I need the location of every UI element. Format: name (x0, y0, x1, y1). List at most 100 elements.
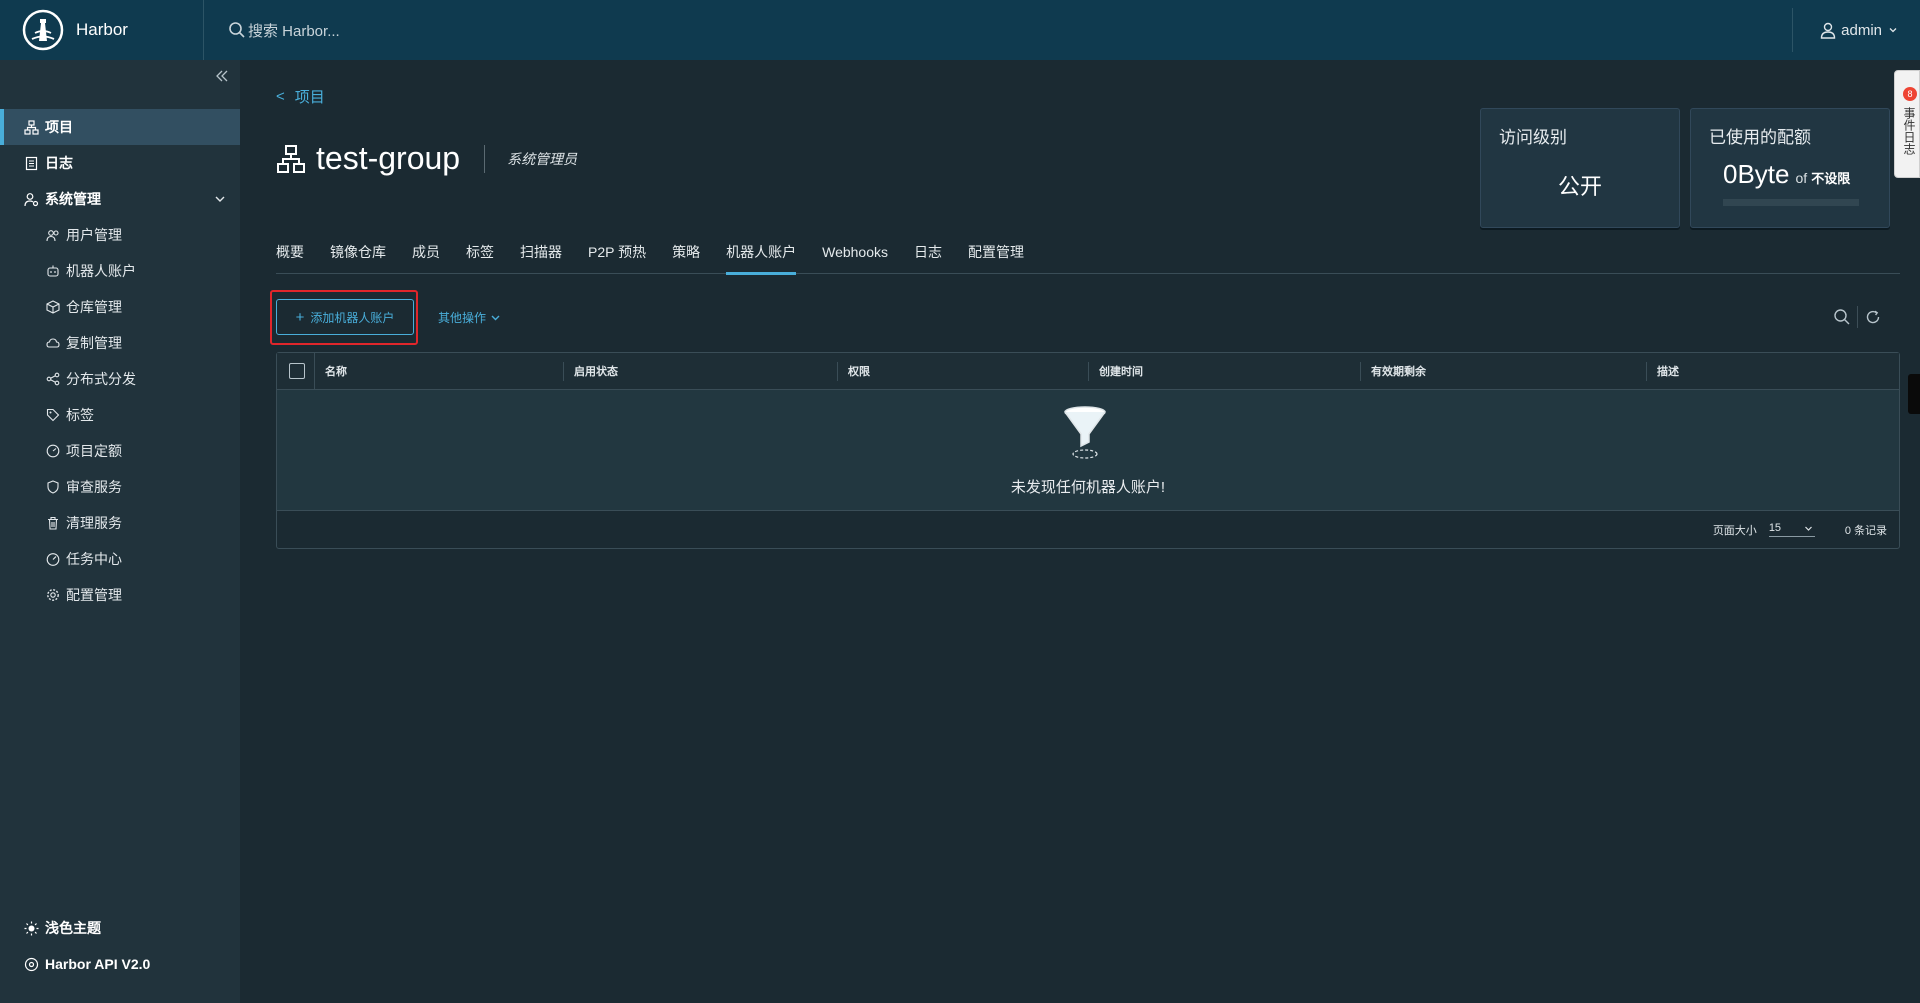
tab-scanner[interactable]: 扫描器 (520, 238, 562, 274)
tab-members[interactable]: 成员 (412, 238, 440, 274)
admin-icon (24, 192, 39, 206)
users-icon (46, 230, 59, 242)
quota-used-value: 0Byte (1723, 159, 1790, 189)
sidebar-item-label: 复制管理 (66, 335, 122, 351)
tab-p2p-preheat[interactable]: P2P 预热 (588, 238, 646, 274)
quota-icon (46, 444, 60, 458)
sidebar-item-interrogation-services[interactable]: 审查服务 (0, 469, 240, 505)
other-actions-dropdown[interactable]: 其他操作 (438, 309, 501, 326)
breadcrumb-projects-link[interactable]: 项目 (295, 86, 325, 107)
sidebar-item-labels[interactable]: 标签 (0, 397, 240, 433)
grid-header: 名称 启用状态 权限 创建时间 有效期剩余 描述 (277, 352, 1899, 390)
user-icon (1820, 22, 1836, 39)
side-scroll-handle[interactable] (1908, 374, 1920, 414)
sidebar-item-label: 项目定额 (66, 443, 122, 459)
sidebar-item-label: 配置管理 (66, 587, 122, 603)
tab-webhooks[interactable]: Webhooks (822, 238, 888, 274)
sidebar-item-distributions[interactable]: 分布式分发 (0, 361, 240, 397)
search-icon[interactable] (1833, 308, 1851, 326)
project-icon (277, 144, 305, 173)
role-label: 系统管理员 (507, 150, 578, 167)
sidebar-item-admin[interactable]: 系统管理 (0, 181, 240, 217)
refresh-icon[interactable] (1864, 308, 1882, 326)
sidebar-item-label: 浅色主题 (45, 920, 101, 936)
logs-icon (25, 156, 38, 170)
page-size-select[interactable]: 15 (1768, 522, 1815, 537)
quota-limit-value: 不设限 (1811, 171, 1851, 186)
sidebar-item-label: 项目 (45, 119, 73, 135)
grid-empty-placeholder: 未发现任何机器人账户! (277, 390, 1899, 511)
empty-message: 未发现任何机器人账户! (1010, 479, 1166, 496)
sidebar-item-replications[interactable]: 复制管理 (0, 325, 240, 361)
add-robot-account-button[interactable]: + 添加机器人账户 (276, 299, 414, 335)
plus-icon: + (295, 308, 305, 326)
other-actions-label: 其他操作 (438, 311, 487, 325)
tag-icon (46, 408, 60, 422)
tab-summary[interactable]: 概要 (276, 238, 304, 274)
column-header-permissions[interactable]: 权限 (838, 353, 1089, 390)
shield-icon (47, 480, 59, 494)
harbor-api-link[interactable]: Harbor API V2.0 (0, 946, 240, 982)
sidebar-item-project-quotas[interactable]: 项目定额 (0, 433, 240, 469)
sidebar-item-clean-up[interactable]: 清理服务 (0, 505, 240, 541)
sidebar-item-label: 日志 (45, 155, 73, 171)
sidebar-item-job-service[interactable]: 任务中心 (0, 541, 240, 577)
tab-repositories[interactable]: 镜像仓库 (330, 238, 386, 274)
sidebar-item-configuration[interactable]: 配置管理 (0, 577, 240, 613)
card-title: 访问级别 (1499, 128, 1567, 147)
record-count: 0 条记录 (1844, 524, 1887, 537)
tab-configuration[interactable]: 配置管理 (968, 238, 1024, 274)
brand[interactable]: Harbor (0, 0, 204, 60)
sidebar-item-logs[interactable]: 日志 (0, 145, 240, 181)
notification-badge: 8 (1903, 87, 1917, 101)
column-header-status[interactable]: 启用状态 (564, 353, 838, 390)
sidebar-item-user-management[interactable]: 用户管理 (0, 217, 240, 253)
filter-empty-icon (1064, 406, 1106, 459)
tab-robot-accounts[interactable]: 机器人账户 (726, 238, 797, 275)
sidebar-item-label: 清理服务 (66, 515, 122, 531)
top-header: Harbor 搜索 Harbor... admin (0, 0, 1920, 60)
brand-name: Harbor (76, 20, 128, 39)
sidebar-item-label: Harbor API V2.0 (45, 956, 151, 972)
projects-icon (24, 119, 39, 135)
title-divider (484, 144, 486, 173)
robot-accounts-grid: 名称 启用状态 权限 创建时间 有效期剩余 描述 未发现任何机器人账户! 页面大… (276, 352, 1900, 549)
event-log-side-tab[interactable]: 8 事件日志 (1894, 70, 1920, 178)
sidebar-item-projects[interactable]: 项目 (0, 109, 240, 145)
robot-icon (47, 265, 59, 277)
trash-icon (48, 516, 58, 530)
column-header-name[interactable]: 名称 (315, 353, 564, 390)
global-search[interactable]: 搜索 Harbor... (228, 20, 340, 41)
harbor-logo-icon (22, 9, 64, 51)
access-level-card: 访问级别 公开 (1480, 108, 1680, 228)
project-header: test-group 系统管理员 (276, 140, 577, 177)
sidebar-item-registries[interactable]: 仓库管理 (0, 289, 240, 325)
search-input[interactable]: 搜索 Harbor... (248, 20, 340, 41)
gear-icon (47, 589, 59, 601)
column-header-creation-time[interactable]: 创建时间 (1089, 353, 1361, 390)
sidebar-item-label: 系统管理 (45, 191, 101, 207)
sun-icon (24, 921, 39, 935)
breadcrumb[interactable]: < 项目 (276, 86, 325, 107)
grid-footer: 页面大小 15 0 条记录 (277, 511, 1899, 548)
chevron-down-icon (1804, 526, 1812, 531)
chevron-down-icon (491, 315, 500, 321)
api-icon (24, 957, 39, 971)
user-menu[interactable]: admin (1819, 21, 1920, 39)
column-header-expires-in[interactable]: 有效期剩余 (1361, 353, 1647, 390)
quota-card: 已使用的配额 0Byte of 不设限 (1690, 108, 1890, 228)
collapse-sidebar-icon[interactable] (214, 68, 230, 84)
main-content: < 项目 test-group 系统管理员 访问级别 公开 已使用的配额 0By… (240, 60, 1920, 1003)
quota-progress-bar (1723, 199, 1859, 206)
tab-labels[interactable]: 标签 (466, 238, 494, 274)
chevron-down-icon[interactable] (214, 193, 226, 205)
sidebar-item-robot-accounts[interactable]: 机器人账户 (0, 253, 240, 289)
light-theme-toggle[interactable]: 浅色主题 (0, 910, 240, 946)
search-icon (229, 22, 245, 38)
column-header-description[interactable]: 描述 (1647, 353, 1897, 390)
username: admin (1841, 21, 1882, 39)
tab-logs[interactable]: 日志 (914, 238, 942, 274)
sidebar-item-label: 任务中心 (66, 551, 122, 567)
tab-policy[interactable]: 策略 (672, 238, 700, 274)
select-all-checkbox[interactable] (289, 363, 305, 379)
